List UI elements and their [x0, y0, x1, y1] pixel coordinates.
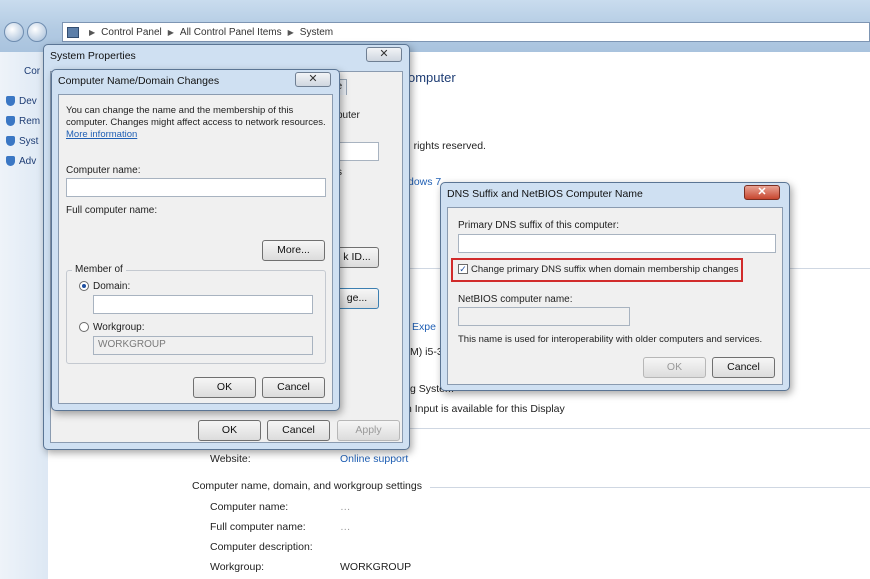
- primary-dns-input[interactable]: [458, 234, 776, 253]
- chevron-right-icon: ▶: [167, 27, 174, 37]
- interop-note: This name is used for interoperability w…: [458, 334, 763, 345]
- dialog-client: You can change the name and the membersh…: [58, 94, 333, 404]
- cancel-button[interactable]: Cancel: [712, 357, 775, 378]
- task-link-advanced[interactable]: Adv: [6, 156, 36, 167]
- row-value: …: [340, 521, 351, 533]
- chevron-right-icon: ▶: [287, 27, 294, 37]
- fragment-text: puter: [337, 110, 360, 121]
- description-field[interactable]: [339, 142, 379, 161]
- breadcrumb-system[interactable]: System: [300, 27, 333, 38]
- windows-edition-link[interactable]: dows 7: [408, 176, 441, 188]
- close-button[interactable]: ✕: [744, 185, 780, 200]
- dialog-client: Primary DNS suffix of this computer: ✓ Ch…: [447, 207, 783, 385]
- processor-text: M) i5-3: [410, 346, 443, 358]
- row-label: Full computer name:: [210, 521, 306, 533]
- workgroup-radio[interactable]: Workgroup:: [79, 322, 145, 333]
- copyright-text: ll rights reserved.: [406, 140, 486, 152]
- task-pane: Cor Dev Rem Syst Adv: [0, 52, 48, 579]
- change-dns-checkbox[interactable]: ✓ Change primary DNS suffix when domain m…: [458, 264, 739, 275]
- close-button[interactable]: ✕: [366, 47, 402, 62]
- shield-icon: [6, 136, 15, 147]
- breadcrumb-all-items[interactable]: All Control Panel Items: [180, 27, 282, 38]
- system-page-heading: omputer: [408, 70, 456, 85]
- back-button[interactable]: [4, 22, 24, 42]
- divider: [410, 428, 870, 429]
- pen-touch-text: h Input is available for this Display: [406, 403, 565, 415]
- description-text: You can change the name and the membersh…: [66, 105, 326, 128]
- dialog-title: DNS Suffix and NetBIOS Computer Name: [447, 188, 643, 200]
- network-id-button[interactable]: k ID...: [335, 247, 379, 268]
- dns-suffix-dialog: DNS Suffix and NetBIOS Computer Name ✕ P…: [440, 182, 790, 391]
- checkmark-icon: ✓: [458, 264, 468, 275]
- domain-radio[interactable]: Domain:: [79, 281, 130, 292]
- breadcrumb-control-panel[interactable]: Control Panel: [101, 27, 162, 38]
- online-support-link[interactable]: Online support: [340, 453, 408, 465]
- address-bar[interactable]: ▶ Control Panel ▶ All Control Panel Item…: [62, 22, 870, 42]
- row-label: Computer description:: [210, 541, 313, 553]
- workgroup-input[interactable]: WORKGROUP: [93, 336, 313, 355]
- apply-button[interactable]: Apply: [337, 420, 400, 441]
- computer-name-input[interactable]: [66, 178, 326, 197]
- computer-name-label: Computer name:: [66, 165, 141, 176]
- radio-empty-icon: [79, 322, 89, 333]
- change-button[interactable]: ge...: [335, 288, 379, 309]
- website-label: Website:: [210, 453, 251, 465]
- row-value: …: [340, 501, 351, 513]
- close-button[interactable]: ✕: [295, 72, 331, 87]
- experience-index-link[interactable]: Expe: [412, 321, 436, 333]
- cancel-button[interactable]: Cancel: [262, 377, 325, 398]
- full-name-label: Full computer name:: [66, 205, 158, 216]
- member-of-label: Member of: [72, 264, 126, 275]
- task-link-system-protection[interactable]: Syst: [6, 136, 38, 147]
- task-link-device-manager[interactable]: Dev: [6, 96, 37, 107]
- ok-button[interactable]: OK: [198, 420, 261, 441]
- window-title: System Properties: [50, 50, 136, 62]
- netbios-label: NetBIOS computer name:: [458, 294, 573, 305]
- netbios-input[interactable]: [458, 307, 630, 326]
- shield-icon: [6, 96, 15, 107]
- domain-input[interactable]: [93, 295, 313, 314]
- divider: [430, 487, 870, 488]
- control-panel-icon: [67, 26, 79, 38]
- more-information-link[interactable]: More information: [66, 129, 137, 140]
- name-domain-changes-dialog: Computer Name/Domain Changes ✕ You can c…: [51, 69, 340, 411]
- task-pane-header[interactable]: Cor: [24, 66, 40, 77]
- row-value: WORKGROUP: [340, 561, 412, 573]
- ok-button[interactable]: OK: [193, 377, 256, 398]
- row-label: Computer name:: [210, 501, 289, 513]
- section-title: Computer name, domain, and workgroup set…: [192, 480, 422, 492]
- dialog-title: Computer Name/Domain Changes: [58, 75, 220, 87]
- shield-icon: [6, 156, 15, 167]
- chevron-right-icon: ▶: [89, 27, 96, 37]
- ok-button[interactable]: OK: [643, 357, 706, 378]
- primary-dns-label: Primary DNS suffix of this computer:: [458, 220, 619, 231]
- cancel-button[interactable]: Cancel: [267, 420, 330, 441]
- row-label: Workgroup:: [210, 561, 265, 573]
- shield-icon: [6, 116, 15, 127]
- task-link-remote[interactable]: Rem: [6, 116, 40, 127]
- radio-selected-icon: [79, 281, 89, 292]
- forward-button[interactable]: [27, 22, 47, 42]
- more-button[interactable]: More...: [262, 240, 325, 261]
